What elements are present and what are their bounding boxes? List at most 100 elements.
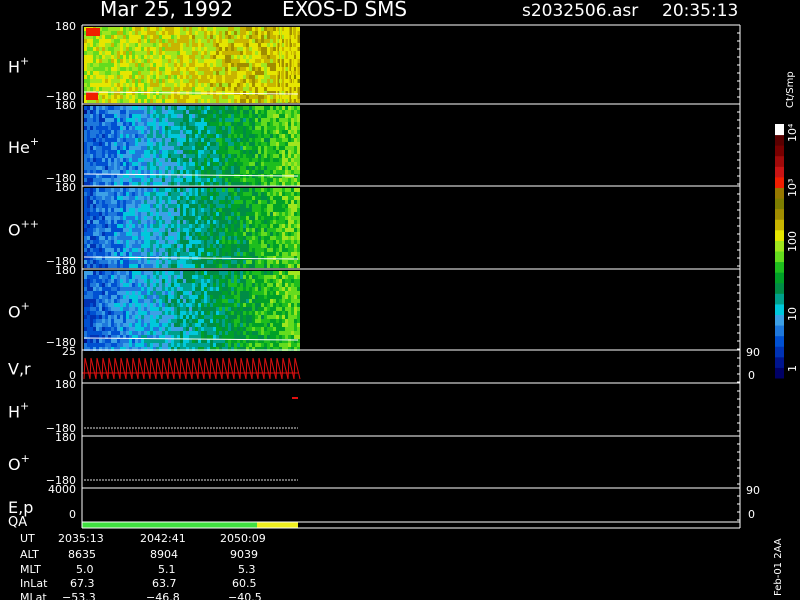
spectrogram-cell [141,99,144,103]
spectrogram-cell [114,63,117,67]
spectrogram-cell [156,224,159,228]
spectrogram-cell [132,122,135,126]
spectrogram-cell [213,232,216,236]
spectrogram-cell [228,216,231,220]
spectrogram-cell [207,178,210,182]
spectrogram-cell [201,212,204,216]
spectrogram-cell [90,51,93,55]
spectrogram-cell [177,307,180,311]
spectrogram-cell [180,87,183,91]
spectrogram-cell [156,122,159,126]
spectrogram-cell [114,188,117,192]
spectrogram-cell [171,200,174,204]
spectrogram-cell [195,154,198,158]
spectrogram-cell [204,150,207,154]
spectrogram-cell [141,323,144,327]
spectrogram-cell [216,130,219,134]
spectrogram-cell [174,31,177,35]
spectrogram-cell [114,166,117,170]
spectrogram-cell [198,264,201,268]
spectrogram-cell [288,260,291,264]
spectrogram-cell [261,252,264,256]
spectrogram-cell [159,240,162,244]
spectrogram-cell [123,216,126,220]
spectrogram-cell [267,178,270,182]
spectrogram-cell [141,200,144,204]
spectrogram-cell [141,339,144,343]
spectrogram-cell [228,208,231,212]
spectrogram-cell [93,279,96,283]
spectrogram-cell [279,240,282,244]
spectrogram-cell [117,71,120,75]
spectrogram-cell [177,295,180,299]
spectrogram-cell [126,67,129,71]
spectrogram-cell [123,315,126,319]
spectrogram-cell [279,110,282,114]
spectrogram-cell [111,196,114,200]
spectrogram-cell [180,291,183,295]
spectrogram-cell [297,130,300,134]
spectrogram-cell [210,264,213,268]
spectrogram-cell [255,166,258,170]
spectrogram-cell [243,43,246,47]
spectrogram-cell [96,162,99,166]
spectrogram-cell [195,35,198,39]
spectrogram-cell [105,182,108,186]
spectrogram-cell [129,67,132,71]
spectrogram-cell [234,178,237,182]
spectrogram-cell [159,307,162,311]
spectrogram-cell [276,114,279,118]
spectrogram-cell [192,71,195,75]
spectrogram-cell [165,220,168,224]
spectrogram-cell [198,138,201,142]
spectrogram-cell [135,118,138,122]
spectrogram-cell [87,228,90,232]
spectrogram-cell [123,212,126,216]
spectrogram-cell [147,182,150,186]
spectrogram-cell [93,208,96,212]
spectrogram-cell [162,75,165,79]
spectrogram-cell [219,182,222,186]
spectrogram-cell [162,71,165,75]
spectrogram-cell [93,166,96,170]
spectrogram-cell [237,166,240,170]
spectrogram-cell [213,260,216,264]
spectrogram-cell [120,142,123,146]
spectrogram-cell [270,208,273,212]
spectrogram-cell [222,142,225,146]
spectrogram-cell [171,79,174,83]
spectrogram-cell [129,279,132,283]
spectrogram-cell [180,319,183,323]
spectrogram-cell [249,264,252,268]
spectrogram-cell [111,162,114,166]
spectrogram-cell [216,158,219,162]
spectrogram-cell [147,150,150,154]
spectrogram-cell [132,39,135,43]
spectrogram-cell [273,188,276,192]
spectrogram-cell [99,224,102,228]
spectrogram-cell [246,260,249,264]
spectrogram-cell [147,35,150,39]
spectrogram-cell [288,118,291,122]
spectrogram-cell [246,138,249,142]
spectrogram-cell [177,87,180,91]
spectrogram-cell [171,236,174,240]
spectrogram-cell [228,67,231,71]
spectrogram-cell [117,319,120,323]
spectrogram-cell [87,142,90,146]
spectrogram-cell [255,99,258,103]
spectrogram-cell [96,47,99,51]
spectrogram-cell [282,170,285,174]
spectrogram-cell [213,142,216,146]
spectrogram-cell [264,134,267,138]
spectrogram-cell [126,158,129,162]
spectrogram-cell [276,134,279,138]
spectrogram-cell [210,236,213,240]
spectrogram-cell [159,264,162,268]
spectrogram-cell [174,134,177,138]
spectrogram-cell [141,204,144,208]
spectrogram-cell [99,279,102,283]
spectrogram-cell [258,240,261,244]
spectrogram-cell [84,138,87,142]
spectrogram-cell [204,31,207,35]
